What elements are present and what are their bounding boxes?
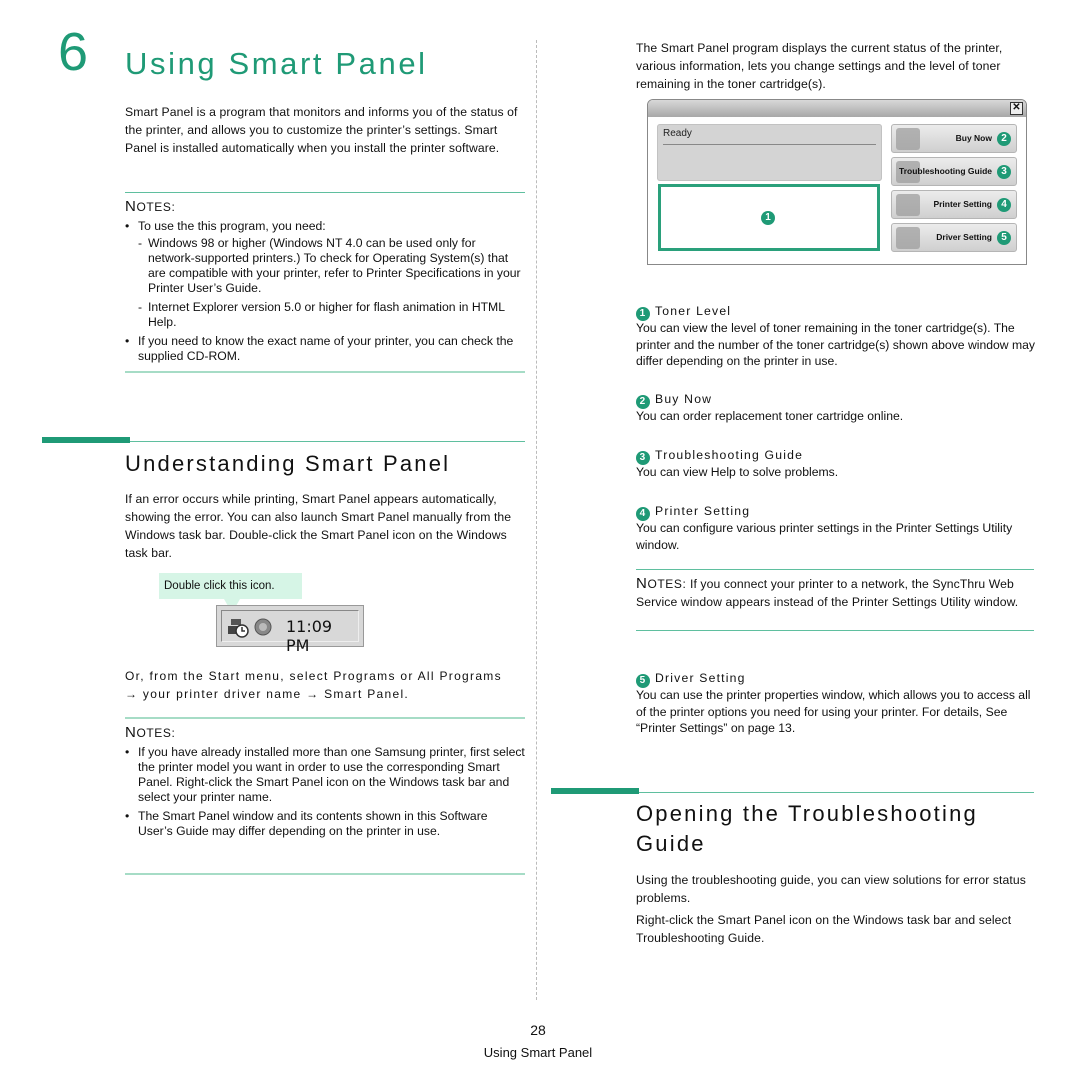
notes-2: If you have already installed more than … [125, 745, 525, 843]
item-title: Buy Now [655, 392, 713, 406]
smart-panel-titlebar: ✕ [648, 100, 1026, 117]
printer-gear-icon [896, 194, 920, 216]
item-title: Driver Setting [655, 671, 746, 685]
close-icon[interactable]: ✕ [1010, 102, 1023, 115]
item-printer-setting-title: 4 Printer Setting [636, 503, 750, 521]
note-item: If you need to know the exact name of yo… [125, 334, 525, 364]
callout-badge: 1 [761, 211, 775, 225]
smart-panel-window: ✕ Ready 1 Buy Now 2 Troubleshooting Guid… [647, 99, 1027, 265]
chapter-number: 6 [58, 22, 89, 82]
item-toner-level-body: You can view the level of toner remainin… [636, 321, 1036, 368]
callout-badge: 5 [636, 674, 650, 688]
troubleshooting-guide-button[interactable]: Troubleshooting Guide 3 [891, 157, 1017, 186]
item-troubleshooting-title: 3 Troubleshooting Guide [636, 447, 803, 465]
button-label: Buy Now [955, 133, 992, 143]
note-subitem-text: Internet Explorer version 5.0 or higher … [148, 300, 505, 329]
note-item: If you have already installed more than … [125, 745, 525, 805]
tooltip-double-click: Double click this icon. [159, 573, 302, 599]
item-title: Troubleshooting Guide [655, 448, 804, 462]
intro-paragraph: Smart Panel is a program that monitors a… [125, 105, 518, 155]
smart-panel-tray-icon[interactable] [227, 616, 249, 638]
note-item: To use the this program, you need: Windo… [125, 219, 525, 330]
status-box: Ready [657, 124, 882, 181]
understanding-paragraph: If an error occurs while printing, Smart… [125, 492, 512, 560]
opening-paragraph-2: Right-click the Smart Panel icon on the … [636, 913, 1012, 945]
note-text: To use the this program, you need: [138, 219, 326, 233]
driver-setting-button[interactable]: Driver Setting 5 [891, 223, 1017, 252]
notes-heading-rest: OTES: [136, 726, 176, 740]
notes3-text: If you connect your printer to a network… [636, 577, 1019, 609]
notes-heading-cap: N [125, 724, 137, 741]
status-text: Ready [663, 128, 692, 139]
note-subitem-text: Windows 98 or higher (Windows NT 4.0 can… [148, 236, 521, 295]
callout-badge: 3 [997, 165, 1011, 179]
item-title: Toner Level [655, 304, 732, 318]
callout-badge: 4 [997, 198, 1011, 212]
button-label: Driver Setting [936, 232, 992, 242]
item-driver-setting-body: You can use the printer properties windo… [636, 688, 1031, 735]
section-rule [130, 441, 525, 442]
item-title: Printer Setting [655, 504, 751, 518]
note-subitem: Internet Explorer version 5.0 or higher … [138, 300, 525, 330]
notes2-top-rule [125, 717, 525, 719]
section-rule [639, 792, 1034, 793]
toner-level-area: 1 [658, 184, 880, 251]
notes3-bottom-rule [636, 630, 1034, 631]
section-accent-bar [551, 788, 639, 794]
callout-badge: 3 [636, 451, 650, 465]
notes3-top-rule [636, 569, 1034, 570]
section-title-opening: Opening the Troubleshooting Guide [636, 801, 978, 856]
shopping-cart-icon [896, 128, 920, 150]
section-accent-bar [42, 437, 130, 443]
callout-badge: 2 [997, 132, 1011, 146]
callout-badge: 2 [636, 395, 650, 409]
note-text: If you need to know the exact name of yo… [138, 334, 514, 363]
callout-badge: 4 [636, 507, 650, 521]
note-text: The Smart Panel window and its contents … [138, 809, 488, 838]
item-driver-setting-title: 5 Driver Setting [636, 670, 746, 688]
callout-badge: 1 [636, 307, 650, 321]
speaker-tray-icon[interactable] [252, 616, 274, 638]
button-label: Printer Setting [933, 199, 992, 209]
status-divider [663, 144, 876, 145]
item-troubleshooting-body: You can view Help to solve problems. [636, 465, 839, 479]
item-toner-level-title: 1 Toner Level [636, 303, 731, 321]
notes-bottom-rule [125, 371, 525, 373]
page-number: 28 [530, 1022, 546, 1038]
notes3: NOTES: If you connect your printer to a … [636, 575, 1036, 611]
printer-setting-button[interactable]: Printer Setting 4 [891, 190, 1017, 219]
section-title-understanding: Understanding Smart Panel [125, 451, 451, 476]
notes3-heading: NOTES: [636, 575, 687, 592]
note-item: The Smart Panel window and its contents … [125, 809, 525, 839]
notes-heading: NOTES: [125, 198, 175, 215]
chapter-title: Using Smart Panel [125, 46, 428, 81]
note-text: If you have already installed more than … [138, 745, 525, 804]
start-menu-line-2: → your printer driver name → Smart Panel… [125, 687, 410, 701]
item-printer-setting-body: You can configure various printer settin… [636, 521, 1013, 552]
driver-gear-icon [896, 227, 920, 249]
notes2-heading: NOTES: [125, 724, 175, 741]
notes-heading-cap: N [125, 198, 137, 215]
taskbar-tray: 11:09 PM [216, 605, 364, 655]
start-menu-line-1: Or, from the Start menu, select Programs… [125, 669, 502, 683]
right-intro-paragraph: The Smart Panel program displays the cur… [636, 41, 1003, 91]
note-subitem: Windows 98 or higher (Windows NT 4.0 can… [138, 236, 525, 296]
item-buy-now-title: 2 Buy Now [636, 391, 712, 409]
tray-clock: 11:09 PM [286, 617, 333, 655]
opening-paragraph-1: Using the troubleshooting guide, you can… [636, 873, 1026, 905]
notes2-bottom-rule [125, 873, 525, 875]
item-buy-now-body: You can order replacement toner cartridg… [636, 409, 904, 423]
notes-heading-rest: OTES: [647, 577, 687, 591]
button-label: Troubleshooting Guide [898, 166, 992, 176]
notes-1: To use the this program, you need: Windo… [125, 219, 525, 368]
footer-title: Using Smart Panel [483, 1045, 593, 1060]
notes-top-rule [125, 192, 525, 193]
callout-badge: 5 [997, 231, 1011, 245]
notes-heading-rest: OTES: [136, 200, 176, 214]
buy-now-button[interactable]: Buy Now 2 [891, 124, 1017, 153]
notes-heading-cap: N [636, 575, 648, 592]
column-divider [536, 40, 537, 1000]
